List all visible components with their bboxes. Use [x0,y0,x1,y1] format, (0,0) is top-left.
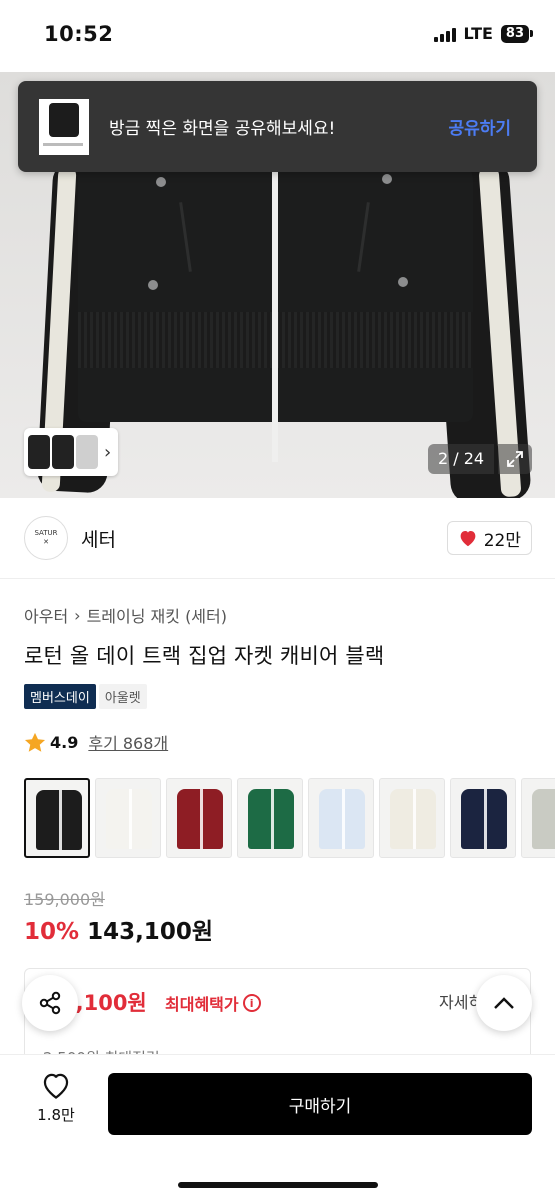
signal-icon [433,26,456,42]
benefit-label: 최대혜택가 i [165,991,261,1015]
color-swatch[interactable] [166,778,232,858]
brand-like-count: 22만 [483,530,521,551]
status-indicators: LTE 83 [433,24,533,43]
color-swatch[interactable] [379,778,445,858]
wish-button[interactable]: 1.8만 [26,1073,86,1125]
image-thumbnail-strip[interactable]: › [24,428,118,476]
color-swatch[interactable] [237,778,303,858]
brand-row: SATUR ✕ 세터 22만 [24,515,532,561]
bottom-action-bar: 1.8만 구매하기 [0,1054,555,1200]
color-swatch[interactable] [450,778,516,858]
battery-level: 83 [500,24,529,43]
thumbnail-image [28,435,50,469]
share-button[interactable]: 공유하기 [448,114,511,139]
swatch-image [532,789,555,849]
product-badges: 멤버스데이 아울렛 [24,684,147,709]
color-swatch[interactable]: 품 [521,778,555,858]
heart-icon [460,531,476,547]
share-icon [39,991,61,1015]
original-price: 159,000원 [24,890,105,909]
buy-button[interactable]: 구매하기 [108,1073,532,1135]
brand-name[interactable]: 세터 [81,525,116,552]
share-toast: 방금 찍은 화면을 공유해보세요! 공유하기 [18,81,537,172]
breadcrumb-item[interactable]: 트레이닝 재킷 (세터) [87,603,227,627]
status-time: 10:52 [44,22,114,46]
color-swatch[interactable] [95,778,161,858]
members-day-badge: 멤버스데이 [24,684,96,709]
brand-like-button[interactable]: 22만 [446,521,532,555]
screenshot-thumbnail[interactable] [39,98,89,155]
battery-icon: 83 [500,24,533,43]
price-row: 10% 143,100원 [24,912,213,946]
color-swatch[interactable] [308,778,374,858]
brand-logo[interactable]: SATUR ✕ [24,516,68,560]
outlet-badge: 아울렛 [98,684,147,709]
home-indicator [178,1182,378,1188]
chevron-right-icon: › [104,441,112,463]
expand-button[interactable] [498,444,532,474]
product-title: 로턴 올 데이 트랙 집업 자켓 캐비어 블랙 [24,644,385,668]
heart-outline-icon [43,1073,69,1099]
color-swatches: 품 [24,778,555,860]
discount-rate: 10% [24,919,80,945]
status-bar: 10:52 LTE 83 [0,0,555,72]
color-swatch[interactable] [24,778,90,858]
chevron-up-icon [494,997,514,1009]
rating-row: 4.9 후기 868개 [24,730,168,754]
network-label: LTE [463,24,493,43]
breadcrumb-item[interactable]: 아우터 [24,603,68,627]
star-icon [24,732,46,752]
divider [0,578,555,579]
breadcrumb: 아우터 › 트레이닝 재킷 (세터) [24,603,227,627]
share-button[interactable] [22,975,78,1031]
chevron-right-icon: › [74,605,81,625]
expand-icon [507,451,523,467]
reviews-link[interactable]: 후기 868개 [88,730,168,754]
wish-count: 1.8만 [37,1106,75,1124]
toast-message: 방금 찍은 화면을 공유해보세요! [109,119,336,139]
info-icon[interactable]: i [242,994,261,1012]
rating-value: 4.9 [50,732,79,752]
sale-price: 143,100원 [87,919,213,945]
image-counter: 2 / 24 [428,444,495,474]
scroll-top-button[interactable] [476,975,532,1031]
